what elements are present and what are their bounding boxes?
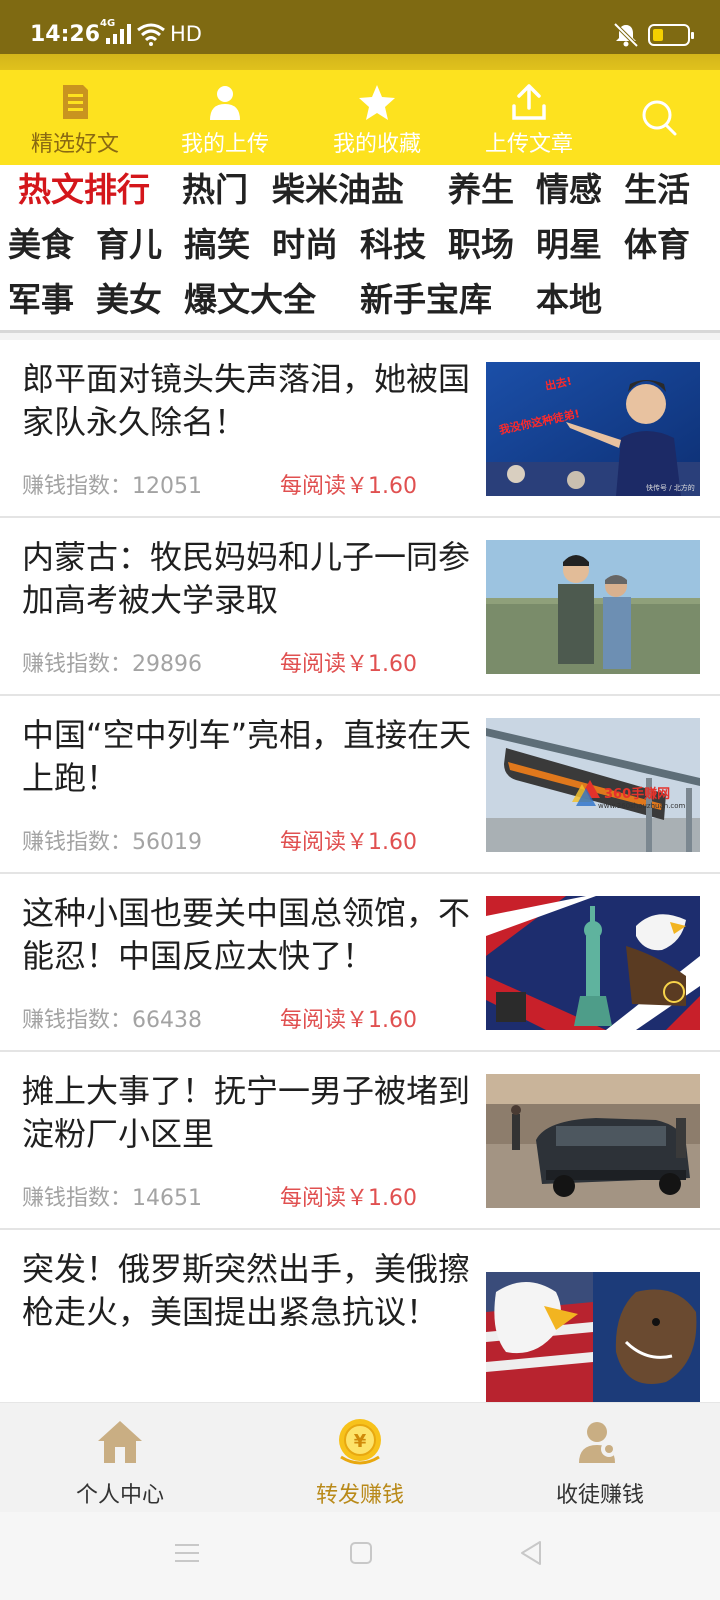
category-item[interactable]: 养生 — [448, 165, 514, 215]
svg-text:www.360shouzhuan.com: www.360shouzhuan.com — [598, 802, 686, 810]
category-item[interactable]: 军事 — [8, 275, 74, 325]
earning-index: 赚钱指数：14651 — [22, 1186, 203, 1211]
category-item[interactable]: 新手宝库 — [360, 275, 492, 325]
article-thumbnail: 360手赚网 www.360shouzhuan.com — [486, 718, 700, 852]
article-item[interactable]: 郎平面对镜头失声落泪，她被国家队永久除名！ 赚钱指数：12051 每阅读￥1.6… — [0, 340, 720, 518]
earning-index: 赚钱指数：56019 — [22, 830, 203, 855]
nav-label: 转发赚钱 — [315, 1483, 404, 1508]
article-thumbnail — [486, 1074, 700, 1208]
article-title: 郎平面对镜头失声落泪，她被国家队永久除名！ — [22, 360, 471, 441]
nav-personal-center[interactable]: 个人中心 — [0, 1403, 240, 1513]
tab-upload-article[interactable]: 上传文章 — [454, 70, 604, 165]
tab-label: 我的上传 — [180, 132, 269, 157]
svg-text:360手赚网: 360手赚网 — [604, 786, 670, 802]
article-title: 内蒙古：牧民妈妈和儿子一同参加高考被大学录取 — [22, 538, 471, 619]
category-item[interactable]: 本地 — [536, 275, 602, 325]
earning-index: 赚钱指数：12051 — [22, 474, 203, 499]
nav-label: 个人中心 — [75, 1483, 164, 1508]
reward-per-read: 每阅读￥1.60 — [280, 1008, 417, 1033]
wifi-icon — [137, 23, 165, 46]
category-item[interactable]: 热门 — [182, 165, 248, 215]
tab-my-favorites[interactable]: 我的收藏 — [302, 70, 452, 165]
reward-per-read: 每阅读￥1.60 — [280, 1186, 417, 1211]
category-item[interactable]: 情感 — [536, 165, 602, 215]
star-icon — [359, 85, 395, 120]
article-list: 郎平面对镜头失声落泪，她被国家队永久除名！ 赚钱指数：12051 每阅读￥1.6… — [0, 340, 720, 1402]
category-grid: 热文排行 热门 柴米油盐 养生 情感 生活 美食 育儿 搞笑 时尚 科技 职场 … — [0, 165, 720, 333]
battery-icon — [648, 24, 694, 46]
article-item[interactable]: 中国“空中列车”亮相，直接在天上跑！ 赚钱指数：56019 每阅读￥1.60 3… — [0, 696, 720, 874]
category-item[interactable]: 职场 — [448, 220, 514, 270]
article-item[interactable]: 这种小国也要关中国总领馆，不能忍！中国反应太快了！ 赚钱指数：66438 每阅读… — [0, 874, 720, 1052]
earning-index: 赚钱指数：29896 — [22, 652, 203, 677]
category-item[interactable]: 体育 — [624, 220, 690, 270]
article-title: 摊上大事了！抚宁一男子被堵到淀粉厂小区里 — [22, 1072, 471, 1153]
article-title: 突发！俄罗斯突然出手，美俄擦枪走火，美国提出紧急抗议！ — [22, 1250, 471, 1331]
tab-my-uploads[interactable]: 我的上传 — [150, 70, 300, 165]
article-thumbnail: 出去! 我没你这种徒弟! 快传号 / 北方的 — [486, 362, 700, 496]
menu-icon[interactable] — [172, 1538, 202, 1568]
article-item[interactable]: 摊上大事了！抚宁一男子被堵到淀粉厂小区里 赚钱指数：14651 每阅读￥1.60 — [0, 1052, 720, 1230]
article-item[interactable]: 突发！俄罗斯突然出手，美俄擦枪走火，美国提出紧急抗议！ — [0, 1230, 720, 1402]
article-item[interactable]: 内蒙古：牧民妈妈和儿子一同参加高考被大学录取 赚钱指数：29896 每阅读￥1.… — [0, 518, 720, 696]
search-icon[interactable] — [640, 98, 680, 138]
nav-forward-earn[interactable]: ¥ 转发赚钱 — [240, 1403, 480, 1513]
user-icon — [210, 86, 240, 120]
article-icon — [63, 85, 88, 119]
nav-label: 收徒赚钱 — [555, 1483, 644, 1508]
reward-per-read: 每阅读￥1.60 — [280, 830, 417, 855]
category-item[interactable]: 爆文大全 — [184, 275, 316, 325]
article-thumbnail — [486, 896, 700, 1030]
category-item[interactable]: 科技 — [360, 220, 426, 270]
yuan-coin-icon: ¥ — [339, 1419, 381, 1465]
category-item[interactable]: 搞笑 — [184, 220, 250, 270]
category-item[interactable]: 明星 — [536, 220, 602, 270]
reward-per-read: 每阅读￥1.60 — [280, 474, 417, 499]
home-icon — [98, 1421, 142, 1463]
system-nav-bar — [0, 1512, 720, 1600]
article-thumbnail — [486, 1272, 700, 1402]
svg-text:快传号 / 北方的: 快传号 / 北方的 — [646, 483, 695, 492]
category-item[interactable]: 美食 — [8, 220, 74, 270]
nav-recruit-earn[interactable]: 收徒赚钱 — [480, 1403, 720, 1513]
signal-icon — [106, 24, 131, 44]
status-time: 14:26 — [30, 22, 101, 47]
category-item[interactable]: 生活 — [624, 165, 690, 215]
reward-per-read: 每阅读￥1.60 — [280, 652, 417, 677]
status-bar: 14:26 4G HD — [0, 0, 720, 70]
article-thumbnail — [486, 540, 700, 674]
tab-label: 上传文章 — [484, 132, 573, 157]
hd-indicator: HD — [170, 22, 202, 46]
category-hot-ranking[interactable]: 热文排行 — [18, 165, 150, 215]
home-button-icon[interactable] — [346, 1538, 376, 1568]
bottom-nav: 个人中心 ¥ 转发赚钱 收徒赚钱 — [0, 1402, 720, 1512]
top-tab-bar: 精选好文 我的上传 我的收藏 上传文章 — [0, 70, 720, 165]
category-item[interactable]: 美女 — [96, 275, 162, 325]
user-add-icon — [579, 1422, 617, 1463]
upload-icon — [512, 84, 546, 120]
vibrate-mute-icon — [613, 22, 639, 48]
category-item[interactable]: 育儿 — [96, 220, 162, 270]
category-item[interactable]: 时尚 — [272, 220, 338, 270]
article-title: 这种小国也要关中国总领馆，不能忍！中国反应太快了！ — [22, 894, 471, 975]
svg-text:¥: ¥ — [354, 1431, 367, 1452]
category-item[interactable]: 柴米油盐 — [272, 165, 404, 215]
tab-label: 精选好文 — [30, 132, 119, 157]
tab-featured-articles[interactable]: 精选好文 — [0, 70, 150, 165]
tab-label: 我的收藏 — [332, 132, 421, 157]
earning-index: 赚钱指数：66438 — [22, 1008, 203, 1033]
article-title: 中国“空中列车”亮相，直接在天上跑！ — [22, 716, 472, 797]
back-icon[interactable] — [516, 1538, 546, 1568]
